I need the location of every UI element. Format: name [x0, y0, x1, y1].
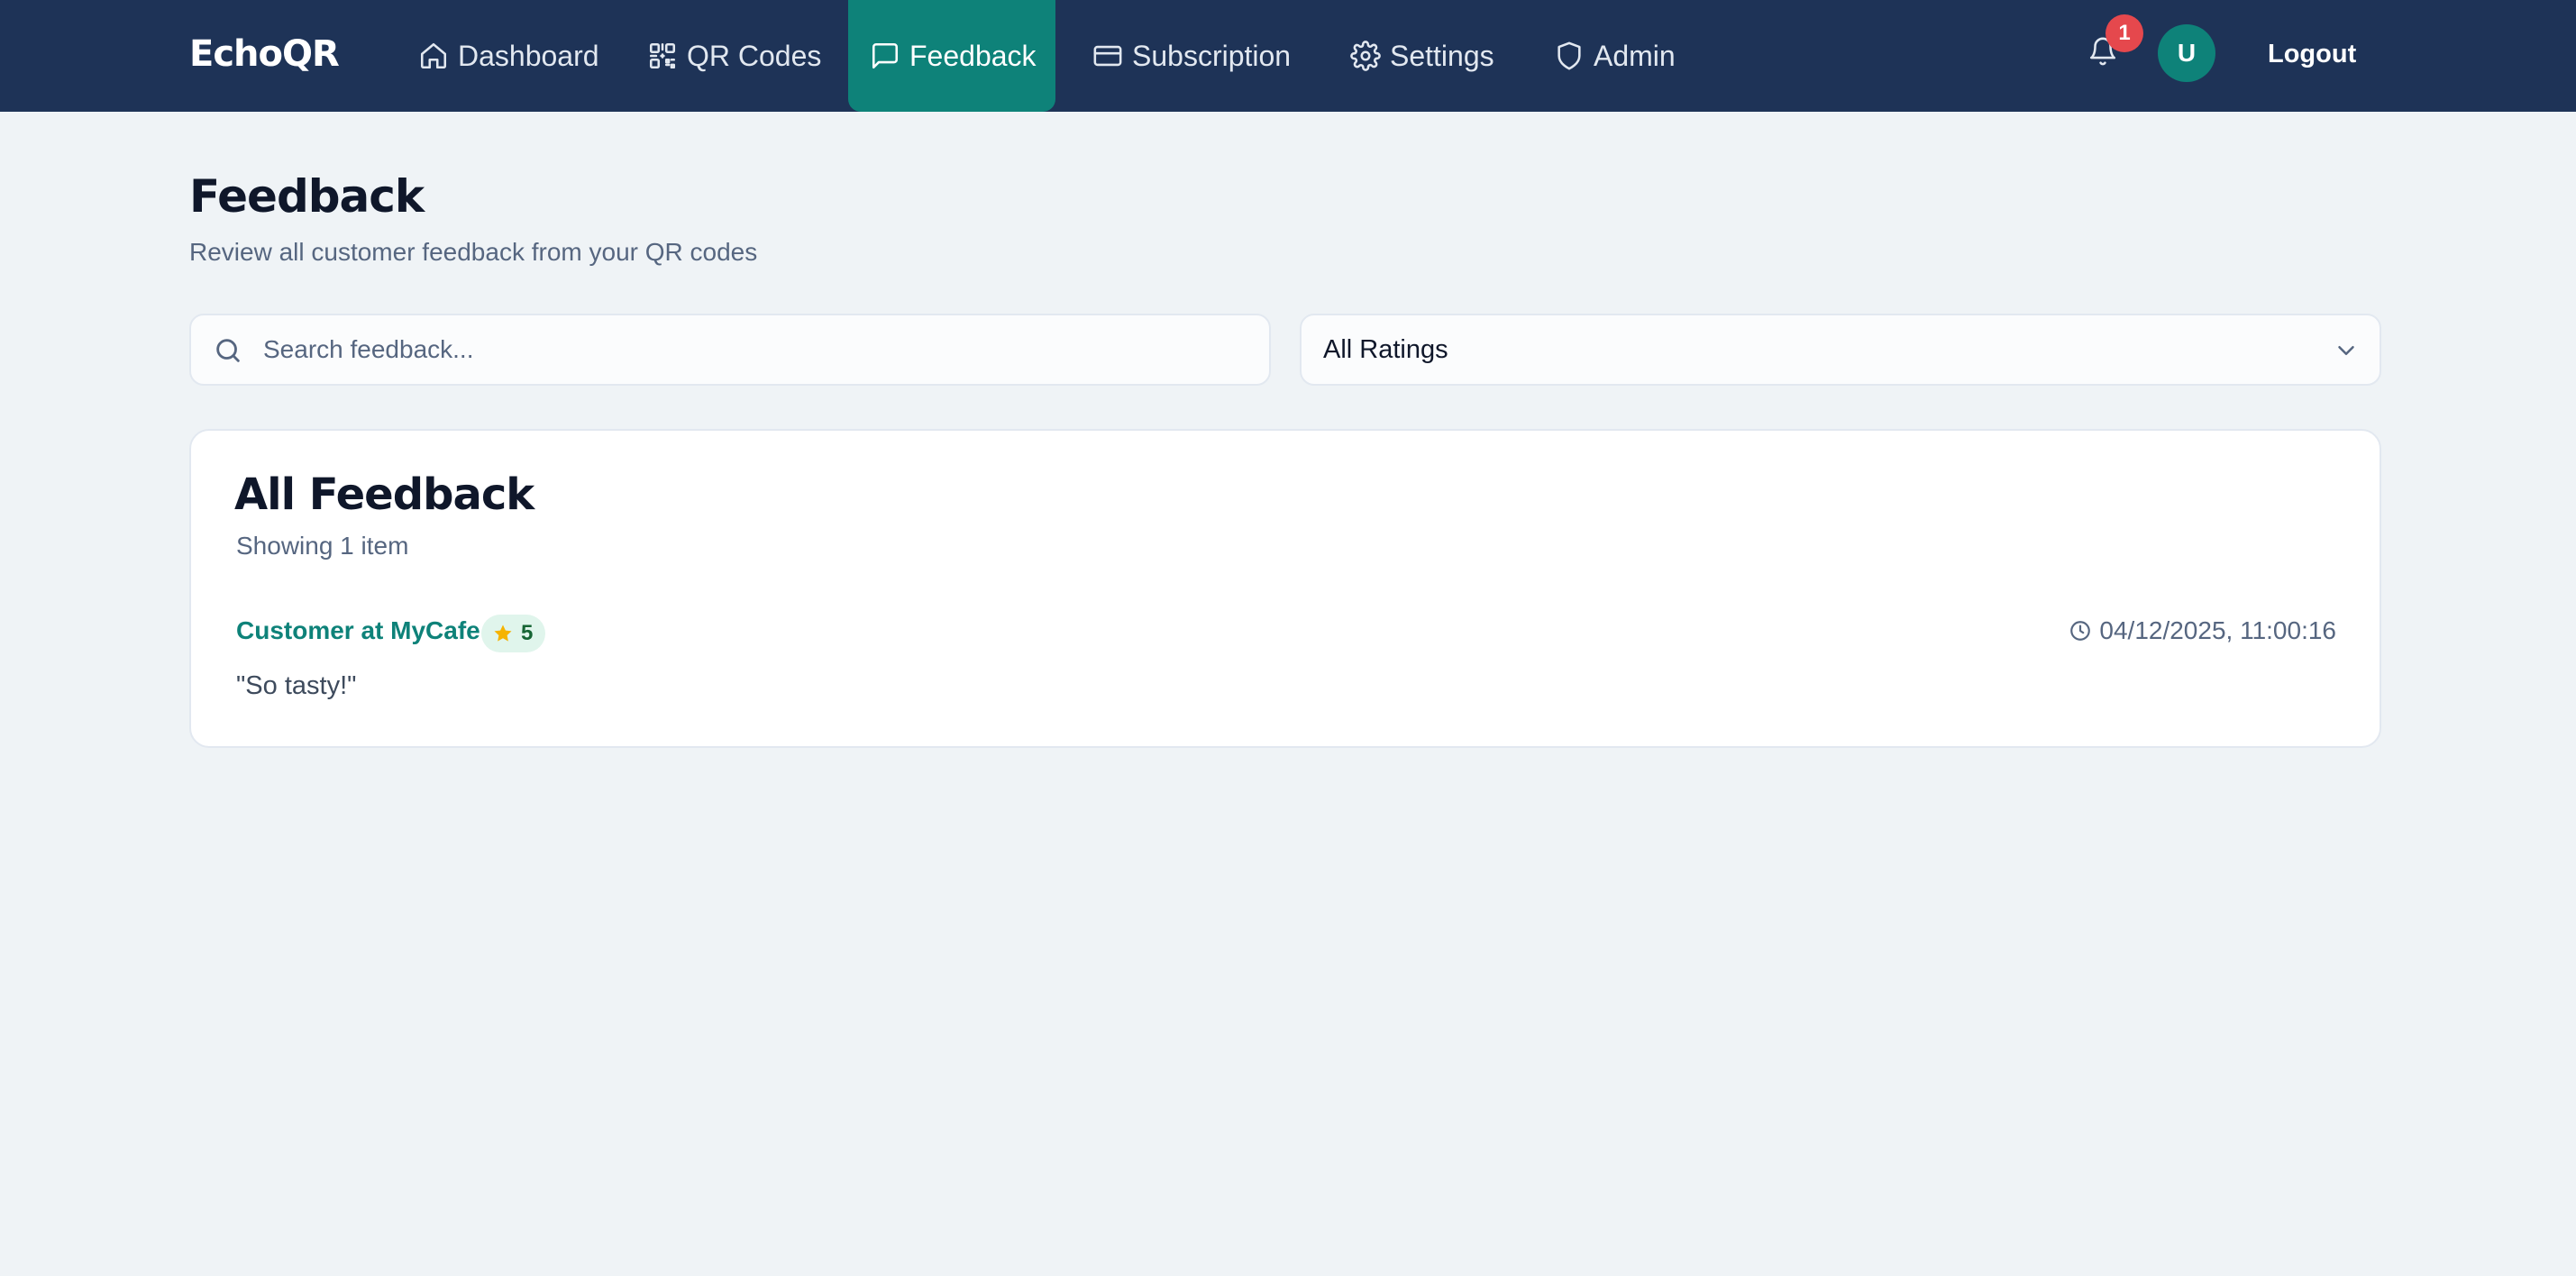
- rating-value: 5: [521, 621, 534, 645]
- credit-card-icon: [1093, 45, 1122, 67]
- message-square-icon: [872, 42, 899, 69]
- feedback-comment: "So tasty!": [236, 671, 357, 700]
- clock-icon: [2070, 621, 2091, 641]
- page-title: Feedback: [189, 170, 425, 223]
- star-icon: [494, 624, 512, 642]
- nav-item-feedback[interactable]: Feedback: [848, 0, 1055, 112]
- feedback-list-card: All Feedback Showing 1 item Customer at …: [189, 429, 2381, 748]
- nav-item-subscription[interactable]: Subscription: [1071, 0, 1312, 112]
- avatar[interactable]: U: [2158, 24, 2215, 82]
- card-title: All Feedback: [234, 469, 534, 520]
- feedback-source-link[interactable]: Customer at MyCafe: [236, 615, 480, 647]
- search-box: [189, 314, 1271, 386]
- home-icon: [420, 42, 447, 69]
- search-icon: [216, 339, 240, 362]
- top-navigation-bar: EchoQR Dashboard QR Codes Feedback Subsc…: [0, 0, 2576, 112]
- nav-item-label: Feedback: [909, 39, 1037, 72]
- search-input[interactable]: [263, 315, 1255, 384]
- nav-item-label: Subscription: [1132, 39, 1292, 72]
- nav-item-label: Settings: [1390, 39, 1494, 72]
- nav-item-label: Dashboard: [458, 39, 599, 72]
- page-subtitle: Review all customer feedback from your Q…: [189, 238, 758, 266]
- brand-logo[interactable]: EchoQR: [189, 32, 340, 76]
- feedback-timestamp: 04/12/2025, 11:00:16: [2069, 615, 2336, 647]
- item-count-text: Showing 1 item: [236, 532, 409, 560]
- nav-item-admin[interactable]: Admin: [1532, 0, 1697, 112]
- nav-item-label: Admin: [1594, 39, 1676, 72]
- chevron-down-icon: [2338, 346, 2354, 355]
- nav-item-qr-codes[interactable]: QR Codes: [626, 0, 843, 112]
- rating-filter-value: All Ratings: [1323, 335, 1448, 364]
- rating-filter-select[interactable]: All Ratings: [1300, 314, 2381, 386]
- timestamp-text: 04/12/2025, 11:00:16: [2099, 616, 2336, 644]
- gear-icon: [1350, 41, 1381, 71]
- shield-icon: [1557, 41, 1581, 70]
- nav-item-settings[interactable]: Settings: [1329, 0, 1516, 112]
- notification-count-badge: 1: [2106, 14, 2143, 52]
- qr-code-icon: [649, 42, 676, 69]
- nav-item-dashboard[interactable]: Dashboard: [397, 0, 621, 112]
- rating-badge: 5: [481, 615, 546, 652]
- logout-button[interactable]: Logout: [2253, 36, 2370, 72]
- nav-item-label: QR Codes: [687, 39, 822, 72]
